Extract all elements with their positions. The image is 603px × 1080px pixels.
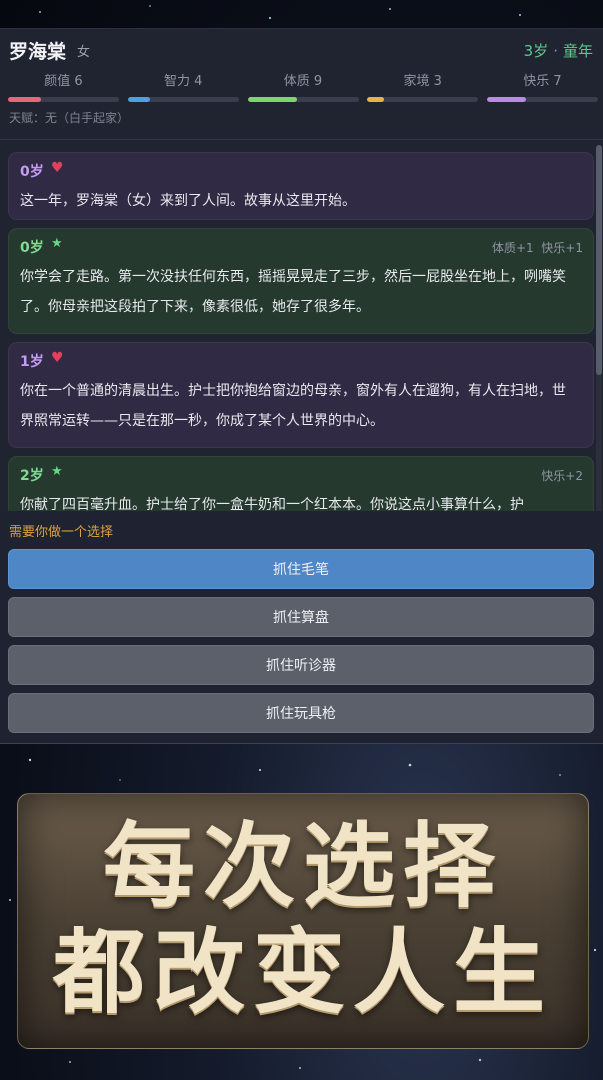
attribute-bar-fill	[367, 97, 384, 102]
attribute-item: 家境 3	[367, 73, 479, 102]
attribute-item: 颜值 6	[8, 73, 119, 102]
event-card: 1岁 ♥ 你在一个普通的清晨出生。护士把你抱给窗边的母亲，窗外有人在遛狗，有人在…	[8, 342, 594, 448]
attribute-bar	[247, 97, 359, 102]
event-text: 你献了四百毫升血。护士给了你一盒牛奶和一个红本本。你说这点小事算什么，护	[20, 497, 524, 511]
age-value: 3岁	[523, 42, 549, 60]
event-age: 1岁	[20, 354, 44, 370]
event-text: 你在一个普通的清晨出生。护士把你抱给窗边的母亲，窗外有人在遛狗，有人在扫地，世界…	[20, 383, 566, 429]
star-icon: ★	[51, 236, 63, 251]
choice-area: 需要你做一个选择 抓住毛笔 抓住算盘 抓住听诊器 抓住玩具枪	[0, 511, 603, 743]
choice-button-brush[interactable]: 抓住毛笔	[8, 549, 594, 589]
promo-banner: 每次选择 都改变人生	[17, 793, 589, 1049]
choice-button-abacus[interactable]: 抓住算盘	[8, 597, 594, 637]
attribute-label: 快乐 7	[523, 74, 562, 89]
promo-line-1: 每次选择	[102, 812, 503, 920]
separator-dot: ·	[553, 42, 558, 60]
attribute-item: 智力 4	[127, 73, 239, 102]
attribute-label: 智力 4	[164, 74, 203, 89]
character-gender: 女	[77, 45, 91, 60]
attribute-item: 快乐 7	[487, 73, 598, 102]
attribute-bar	[8, 97, 119, 102]
attribute-bar-fill	[8, 97, 42, 102]
event-card: 0岁 ★ 体质+1 快乐+1 你学会了走路。第一次没扶任何东西，摇摇晃晃走了三步…	[8, 228, 594, 334]
choice-button-toy-gun[interactable]: 抓住玩具枪	[8, 693, 594, 733]
event-text: 这一年，罗海棠（女）来到了人间。故事从这里开始。	[20, 193, 356, 209]
attribute-bar-fill	[127, 97, 150, 102]
event-effects: 体质+1 快乐+1	[491, 241, 583, 255]
event-log-scrollbar[interactable]	[596, 145, 602, 535]
attribute-bar-fill	[487, 97, 526, 102]
attribute-label: 家境 3	[403, 74, 442, 89]
attribute-bar	[127, 97, 239, 102]
game-panel: 罗海棠 女 3岁 · 童年 颜值 6 智力 4 体质 9 家境 3 快乐 7 天…	[0, 28, 603, 744]
event-log[interactable]: 0岁 ♥ 这一年，罗海棠（女）来到了人间。故事从这里开始。 0岁 ★ 体质+1 …	[0, 139, 603, 511]
life-stage: 童年	[562, 42, 593, 60]
character-header: 罗海棠 女 3岁 · 童年 颜值 6 智力 4 体质 9 家境 3 快乐 7 天…	[0, 29, 603, 140]
event-card: 2岁 ★ 快乐+2 你献了四百毫升血。护士给了你一盒牛奶和一个红本本。你说这点小…	[8, 456, 594, 511]
star-icon: ★	[51, 464, 63, 479]
event-age: 0岁	[20, 240, 44, 256]
attribute-item: 体质 9	[247, 73, 359, 102]
heart-icon: ♥	[51, 350, 64, 366]
talent-text: 天赋：无（白手起家）	[9, 111, 130, 125]
scrollbar-thumb[interactable]	[596, 145, 602, 375]
attribute-list: 颜值 6 智力 4 体质 9 家境 3 快乐 7	[8, 73, 598, 102]
event-card: 0岁 ♥ 这一年，罗海棠（女）来到了人间。故事从这里开始。	[8, 152, 594, 220]
choice-button-stethoscope[interactable]: 抓住听诊器	[8, 645, 594, 685]
event-effects: 快乐+2	[541, 469, 583, 483]
attribute-bar	[487, 97, 598, 102]
attribute-label: 颜值 6	[44, 74, 83, 89]
character-name: 罗海棠	[9, 41, 67, 63]
event-age: 0岁	[20, 164, 44, 180]
attribute-bar-fill	[247, 97, 298, 102]
event-text: 你学会了走路。第一次没扶任何东西，摇摇晃晃走了三步，然后一屁股坐在地上，咧嘴笑了…	[20, 269, 566, 315]
heart-icon: ♥	[51, 160, 64, 176]
age-stage: 3岁 · 童年	[524, 40, 593, 61]
choice-prompt: 需要你做一个选择	[9, 525, 114, 540]
event-age: 2岁	[20, 468, 44, 484]
promo-line-2: 都改变人生	[52, 918, 553, 1026]
attribute-bar	[367, 97, 479, 102]
attribute-label: 体质 9	[283, 74, 323, 89]
